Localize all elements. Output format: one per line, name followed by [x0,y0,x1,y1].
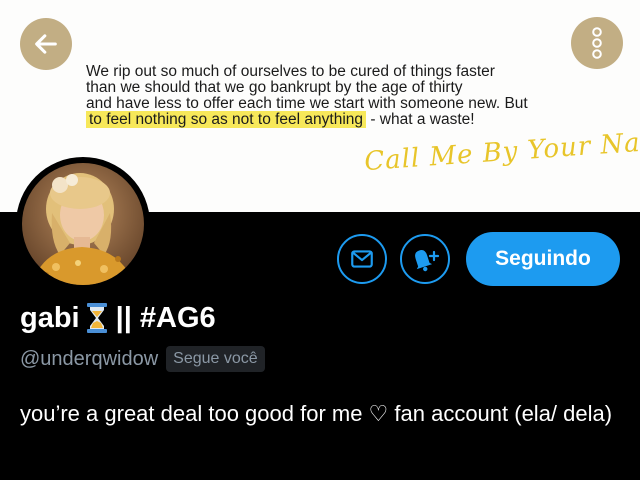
profile-bio: you’re a great deal too good for me ♡ fa… [20,401,613,426]
user-handle: @underqwidow [20,347,159,370]
notifications-button[interactable] [400,234,450,284]
arrow-left-icon [35,34,57,54]
quote-line: to feel nothing so as not to feel anythi… [86,111,586,128]
display-name-text: gabi [20,301,80,334]
banner-quote: We rip out so much of ourselves to be cu… [86,64,586,128]
banner-signature: Call Me By Your Name [363,124,640,178]
display-name-suffix: || #AG6 [115,301,216,334]
avatar-photo [22,163,144,285]
profile-screen: We rip out so much of ourselves to be cu… [0,0,640,480]
more-options-button[interactable] [571,17,623,69]
quote-line: We rip out so much of ourselves to be cu… [86,63,495,80]
avatar[interactable] [16,157,150,291]
quote-line: than we should that we go bankrupt by th… [86,79,463,96]
follows-you-badge: Segue você [166,346,265,372]
handle-row: @underqwidow Segue você [20,346,265,372]
back-button[interactable] [20,18,72,70]
bell-plus-icon [415,250,440,272]
quote-highlight: to feel nothing so as not to feel anythi… [86,111,367,128]
following-button[interactable]: Seguindo [466,232,620,286]
message-button[interactable] [337,234,387,284]
quote-line: and have less to offer each time we star… [86,95,528,112]
more-vertical-icon [592,27,602,59]
mail-icon [351,250,373,268]
hourglass-icon [86,302,108,334]
display-name: gabi || #AG6 [20,298,216,338]
quote-tail: - what a waste! [366,111,475,128]
